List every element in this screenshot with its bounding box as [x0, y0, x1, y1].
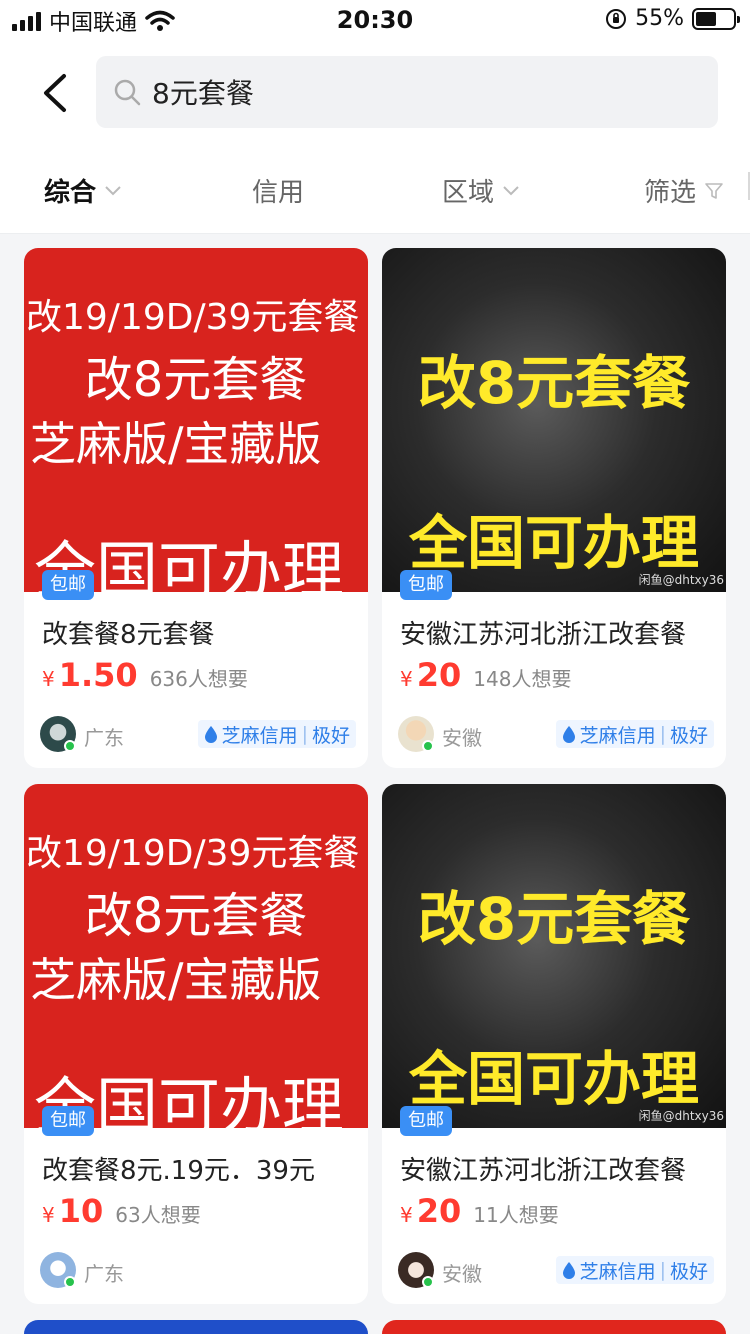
chevron-down-icon [105, 185, 121, 195]
product-image: 改19/19D/39元套餐 改8元套餐 芝麻版/宝藏版 全国可办理 [24, 248, 368, 592]
free-shipping-badge: 包邮 [42, 1106, 94, 1136]
product-price: 20 [416, 656, 462, 694]
search-header: 8元套餐 [0, 42, 750, 142]
image-text: 芝麻版/宝藏版 [30, 953, 322, 1007]
filter-bar: 综合 信用 区域 筛选 [0, 142, 750, 234]
currency-symbol: ¥ [42, 1203, 55, 1227]
filter-label: 区域 [442, 178, 495, 208]
product-card-peek[interactable] [382, 1320, 726, 1334]
credit-level: 极好 [669, 1260, 708, 1283]
credit-badge: 芝麻信用 | 极好 [555, 720, 714, 748]
filter-screen[interactable]: 筛选 [644, 172, 724, 209]
online-dot [64, 1276, 76, 1288]
seller-region: 安徽 [442, 1262, 482, 1286]
chevron-down-icon [503, 185, 519, 195]
image-text: 全国可办理 [408, 509, 699, 577]
price-row: ¥ 20 11人想要 [400, 1192, 559, 1230]
image-text: 改19/19D/39元套餐 [26, 297, 360, 338]
product-price: 20 [416, 1192, 462, 1230]
filter-credit[interactable]: 信用 [252, 172, 304, 209]
product-title: 安徽江苏河北浙江改套餐 [400, 1156, 687, 1186]
credit-badge: 芝麻信用 | 极好 [555, 1256, 714, 1284]
filter-comprehensive[interactable]: 综合 [44, 172, 122, 209]
credit-level: 极好 [669, 724, 708, 747]
seller-row: 广东 芝麻信用 | 极好 [40, 716, 356, 752]
currency-symbol: ¥ [400, 667, 413, 691]
credit-level: 极好 [311, 724, 350, 747]
image-text: 改8元套餐 [417, 349, 691, 417]
filter-label: 信用 [252, 178, 305, 208]
seller-row: 广东 [40, 1252, 356, 1288]
price-row: ¥ 1.50 636人想要 [42, 656, 248, 694]
currency-symbol: ¥ [400, 1203, 413, 1227]
product-card-peek[interactable] [24, 1320, 368, 1334]
image-text: 芝麻版/宝藏版 [30, 417, 322, 471]
price-row: ¥ 20 148人想要 [400, 656, 571, 694]
online-dot [64, 740, 76, 752]
back-icon[interactable] [36, 68, 76, 118]
seller-region: 安徽 [442, 726, 482, 750]
drop-icon [562, 1262, 575, 1279]
seller-region: 广东 [84, 726, 124, 750]
product-card[interactable]: 改8元套餐 全国可办理 闲鱼@dhtxy36 包邮 安徽江苏河北浙江改套餐 ¥ … [382, 784, 726, 1304]
free-shipping-badge: 包邮 [400, 1106, 452, 1136]
seller-row: 安徽 芝麻信用 | 极好 [398, 716, 714, 752]
free-shipping-badge: 包邮 [400, 570, 452, 600]
product-card[interactable]: 改8元套餐 全国可办理 闲鱼@dhtxy36 包邮 安徽江苏河北浙江改套餐 ¥ … [382, 248, 726, 768]
product-image: 改8元套餐 全国可办理 闲鱼@dhtxy36 [382, 248, 726, 592]
want-count: 11人想要 [473, 1203, 559, 1227]
filter-region[interactable]: 区域 [442, 172, 520, 209]
online-dot [422, 740, 434, 752]
product-image: 改8元套餐 全国可办理 闲鱼@dhtxy36 [382, 784, 726, 1128]
product-price: 1.50 [58, 656, 138, 694]
credit-label: 芝麻信用 [579, 724, 656, 747]
search-query: 8元套餐 [152, 77, 254, 110]
drop-icon [562, 726, 575, 743]
product-title: 安徽江苏河北浙江改套餐 [400, 620, 687, 650]
product-image: 改19/19D/39元套餐 改8元套餐 芝麻版/宝藏版 全国可办理 [24, 784, 368, 1128]
product-card[interactable]: 改19/19D/39元套餐 改8元套餐 芝麻版/宝藏版 全国可办理 包邮 改套餐… [24, 248, 368, 768]
product-title: 改套餐8元.19元．39元 [42, 1156, 315, 1186]
status-bar: 中国联通 20:30 55% [0, 0, 750, 42]
image-text: 全国可办理 [408, 1045, 699, 1113]
battery-icon [692, 7, 740, 30]
battery-percent: 55% [635, 6, 684, 31]
image-text: 改8元套餐 [84, 888, 308, 944]
credit-badge: 芝麻信用 | 极好 [197, 720, 356, 748]
product-price: 10 [58, 1192, 104, 1230]
credit-label: 芝麻信用 [579, 1260, 656, 1283]
want-count: 148人想要 [473, 667, 572, 691]
seller-region: 广东 [84, 1262, 124, 1286]
free-shipping-badge: 包邮 [42, 570, 94, 600]
product-card[interactable]: 改19/19D/39元套餐 改8元套餐 芝麻版/宝藏版 全国可办理 包邮 改套餐… [24, 784, 368, 1304]
status-right: 55% [605, 6, 740, 31]
currency-symbol: ¥ [42, 667, 55, 691]
search-icon [114, 79, 141, 106]
image-text: 改8元套餐 [417, 885, 691, 953]
product-title: 改套餐8元套餐 [42, 620, 215, 650]
credit-label: 芝麻信用 [221, 724, 298, 747]
search-input[interactable]: 8元套餐 [96, 56, 718, 128]
drop-icon [204, 726, 217, 743]
filter-label: 综合 [44, 178, 97, 208]
price-row: ¥ 10 63人想要 [42, 1192, 201, 1230]
funnel-icon [705, 182, 723, 199]
image-text: 改8元套餐 [84, 352, 308, 408]
online-dot [422, 1276, 434, 1288]
image-text: 改19/19D/39元套餐 [26, 833, 360, 874]
watermark: 闲鱼@dhtxy36 [638, 1109, 724, 1123]
seller-row: 安徽 芝麻信用 | 极好 [398, 1252, 714, 1288]
watermark: 闲鱼@dhtxy36 [638, 573, 724, 587]
rotation-lock-icon [606, 8, 627, 29]
want-count: 636人想要 [149, 667, 248, 691]
want-count: 63人想要 [115, 1203, 201, 1227]
filter-label: 筛选 [644, 178, 697, 208]
